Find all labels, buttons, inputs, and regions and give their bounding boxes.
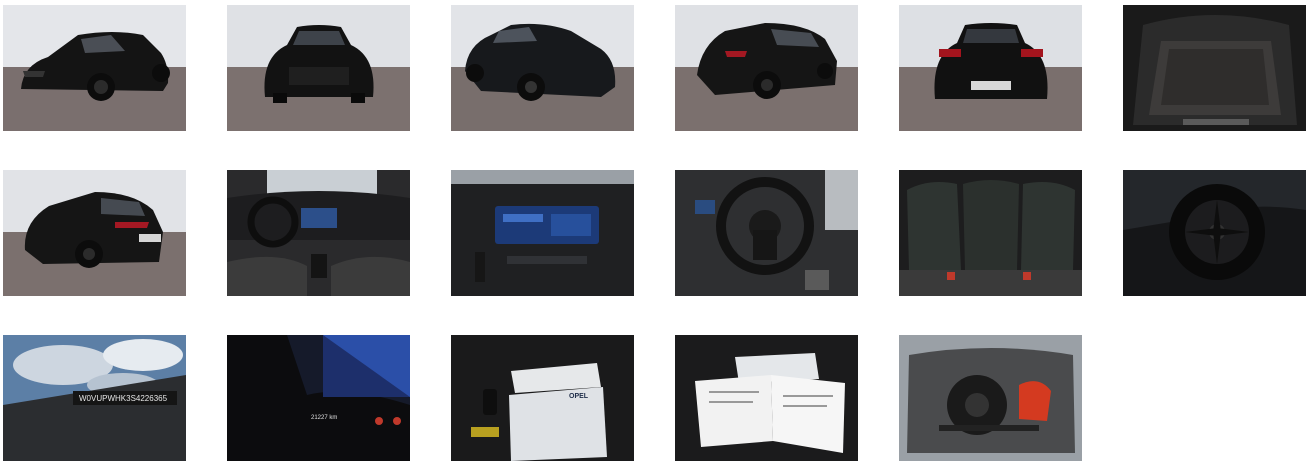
thumbnail-documents-and-key[interactable]: OPEL [451,335,634,461]
thumbnail-odometer[interactable]: 21227 km [227,335,410,461]
car-front-left-image [3,5,186,131]
car-front-right-image [451,5,634,131]
steering-wheel-image [675,170,858,296]
opel-brand-text: OPEL [569,393,589,400]
thumbnail-exterior-rear[interactable] [899,5,1082,131]
thumbnail-exterior-rear-left[interactable] [3,170,186,296]
thumbnail-steering-wheel[interactable] [675,170,858,296]
car-rear-image [899,5,1082,131]
documents-image [451,335,634,461]
wheel-image [1123,170,1306,296]
thumbnail-service-papers[interactable] [675,335,858,461]
car-front-image [227,5,410,131]
thumbnail-vin-windshield[interactable]: W0VUPWHK3S4226365 [3,335,186,461]
service-papers-image [675,335,858,461]
rear-seats-image [899,170,1082,296]
odometer-image [227,335,410,461]
thumbnail-interior-dashboard[interactable] [227,170,410,296]
car-rear-left-image [3,170,186,296]
thumbnail-exterior-front-right[interactable] [451,5,634,131]
dashboard-image [227,170,410,296]
thumbnail-exterior-rear-right[interactable] [675,5,858,131]
vin-text: W0VUPWHK3S4226365 [79,394,168,403]
trunk-image [1123,5,1306,131]
spare-wheel-image [899,335,1082,461]
car-rear-right-image [675,5,858,131]
thumbnail-rear-seats[interactable] [899,170,1082,296]
infotainment-image [451,170,634,296]
thumbnail-exterior-front[interactable] [227,5,410,131]
photo-gallery: W0VUPWHK3S4226365 21227 km OPEL [0,0,1306,462]
thumbnail-infotainment-screen[interactable] [451,170,634,296]
thumbnail-exterior-front-left[interactable] [3,5,186,131]
thumbnail-spare-wheel-well[interactable] [899,335,1082,461]
thumbnail-trunk-interior[interactable] [1123,5,1306,131]
odometer-text: 21227 km [311,415,338,421]
thumbnail-wheel-closeup[interactable] [1123,170,1306,296]
